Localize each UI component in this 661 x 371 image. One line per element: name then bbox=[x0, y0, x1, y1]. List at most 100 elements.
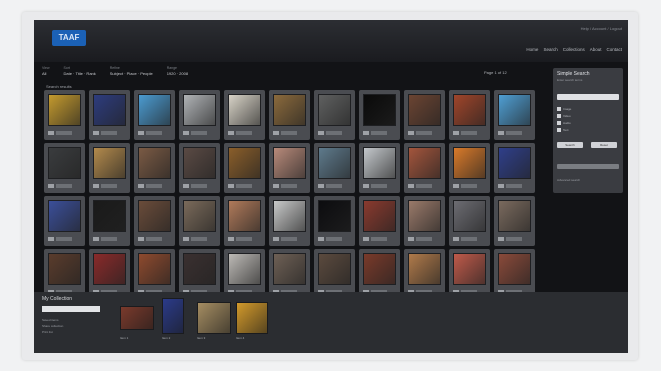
result-thumbnail[interactable] bbox=[498, 94, 531, 126]
scope-select[interactable] bbox=[557, 164, 619, 169]
add-icon[interactable] bbox=[408, 184, 414, 188]
add-icon[interactable] bbox=[318, 237, 324, 241]
add-icon[interactable] bbox=[228, 131, 234, 135]
result-tile[interactable] bbox=[494, 143, 535, 193]
result-tile[interactable] bbox=[134, 143, 175, 193]
result-thumbnail[interactable] bbox=[498, 200, 531, 232]
result-tile[interactable] bbox=[494, 90, 535, 140]
result-tile[interactable] bbox=[89, 196, 130, 246]
add-icon[interactable] bbox=[363, 237, 369, 241]
result-thumbnail[interactable] bbox=[228, 253, 261, 285]
filter-values[interactable]: All bbox=[42, 71, 50, 76]
add-icon[interactable] bbox=[453, 237, 459, 241]
result-thumbnail[interactable] bbox=[363, 200, 396, 232]
result-tile[interactable] bbox=[44, 196, 85, 246]
result-tile[interactable] bbox=[179, 143, 220, 193]
result-thumbnail[interactable] bbox=[318, 200, 351, 232]
filter-sort[interactable]: Sort Date · Title · Rank bbox=[64, 66, 96, 84]
result-tile[interactable] bbox=[224, 90, 265, 140]
add-icon[interactable] bbox=[498, 184, 504, 188]
collection-thumbnail[interactable] bbox=[236, 302, 268, 334]
result-thumbnail[interactable] bbox=[48, 200, 81, 232]
collection-thumbnail[interactable] bbox=[162, 298, 184, 334]
add-icon[interactable] bbox=[273, 237, 279, 241]
add-icon[interactable] bbox=[453, 184, 459, 188]
result-tile[interactable] bbox=[314, 90, 355, 140]
result-thumbnail[interactable] bbox=[498, 147, 531, 179]
option-video[interactable]: Video bbox=[557, 113, 619, 118]
add-icon[interactable] bbox=[273, 131, 279, 135]
result-thumbnail[interactable] bbox=[363, 94, 396, 126]
filter-refine[interactable]: Refine Subject · Place · People bbox=[110, 66, 153, 84]
option-audio[interactable]: Audio bbox=[557, 120, 619, 125]
collection-name-input[interactable] bbox=[42, 306, 100, 312]
add-icon[interactable] bbox=[363, 131, 369, 135]
add-icon[interactable] bbox=[318, 184, 324, 188]
result-thumbnail[interactable] bbox=[138, 94, 171, 126]
result-tile[interactable] bbox=[179, 90, 220, 140]
pagination[interactable]: Page 1 of 12 bbox=[484, 70, 507, 75]
result-thumbnail[interactable] bbox=[408, 253, 441, 285]
result-thumbnail[interactable] bbox=[228, 200, 261, 232]
add-icon[interactable] bbox=[93, 131, 99, 135]
add-icon[interactable] bbox=[93, 237, 99, 241]
filter-values[interactable]: Subject · Place · People bbox=[110, 71, 153, 76]
result-tile[interactable] bbox=[359, 90, 400, 140]
result-thumbnail[interactable] bbox=[183, 253, 216, 285]
result-thumbnail[interactable] bbox=[183, 147, 216, 179]
result-tile[interactable] bbox=[224, 143, 265, 193]
result-thumbnail[interactable] bbox=[48, 94, 81, 126]
result-tile[interactable] bbox=[89, 90, 130, 140]
result-tile[interactable] bbox=[314, 196, 355, 246]
result-thumbnail[interactable] bbox=[138, 200, 171, 232]
result-thumbnail[interactable] bbox=[93, 147, 126, 179]
add-icon[interactable] bbox=[498, 237, 504, 241]
result-thumbnail[interactable] bbox=[273, 200, 306, 232]
result-tile[interactable] bbox=[404, 90, 445, 140]
result-tile[interactable] bbox=[269, 143, 310, 193]
result-tile[interactable] bbox=[269, 90, 310, 140]
result-thumbnail[interactable] bbox=[408, 94, 441, 126]
nav-item-contact[interactable]: Contact bbox=[606, 47, 622, 52]
result-thumbnail[interactable] bbox=[408, 200, 441, 232]
add-icon[interactable] bbox=[363, 184, 369, 188]
result-tile[interactable] bbox=[44, 143, 85, 193]
result-thumbnail[interactable] bbox=[453, 253, 486, 285]
add-icon[interactable] bbox=[138, 184, 144, 188]
filter-values[interactable]: 1920 · 2008 bbox=[167, 71, 188, 76]
collection-thumbnail[interactable] bbox=[120, 306, 154, 330]
result-tile[interactable] bbox=[494, 196, 535, 246]
result-thumbnail[interactable] bbox=[408, 147, 441, 179]
add-icon[interactable] bbox=[138, 131, 144, 135]
result-tile[interactable] bbox=[404, 196, 445, 246]
result-thumbnail[interactable] bbox=[453, 200, 486, 232]
result-thumbnail[interactable] bbox=[453, 147, 486, 179]
add-icon[interactable] bbox=[498, 131, 504, 135]
result-thumbnail[interactable] bbox=[183, 94, 216, 126]
result-thumbnail[interactable] bbox=[273, 94, 306, 126]
nav-item-search[interactable]: Search bbox=[543, 47, 557, 52]
result-thumbnail[interactable] bbox=[453, 94, 486, 126]
add-icon[interactable] bbox=[93, 184, 99, 188]
result-thumbnail[interactable] bbox=[48, 147, 81, 179]
result-tile[interactable] bbox=[134, 90, 175, 140]
add-icon[interactable] bbox=[48, 131, 54, 135]
result-thumbnail[interactable] bbox=[363, 253, 396, 285]
result-tile[interactable] bbox=[404, 143, 445, 193]
add-icon[interactable] bbox=[318, 131, 324, 135]
result-thumbnail[interactable] bbox=[183, 200, 216, 232]
add-icon[interactable] bbox=[228, 237, 234, 241]
result-thumbnail[interactable] bbox=[318, 253, 351, 285]
filter-view[interactable]: View All bbox=[42, 66, 50, 84]
search-button[interactable]: Search bbox=[557, 142, 583, 148]
checkbox[interactable] bbox=[557, 106, 561, 111]
result-thumbnail[interactable] bbox=[48, 253, 81, 285]
result-tile[interactable] bbox=[89, 143, 130, 193]
nav-item-about[interactable]: About bbox=[590, 47, 602, 52]
result-tile[interactable] bbox=[359, 196, 400, 246]
collection-link[interactable]: Saved items bbox=[42, 318, 59, 322]
collection-link[interactable]: Print list bbox=[42, 330, 53, 334]
nav-item-home[interactable]: Home bbox=[526, 47, 538, 52]
result-thumbnail[interactable] bbox=[318, 147, 351, 179]
add-icon[interactable] bbox=[228, 184, 234, 188]
